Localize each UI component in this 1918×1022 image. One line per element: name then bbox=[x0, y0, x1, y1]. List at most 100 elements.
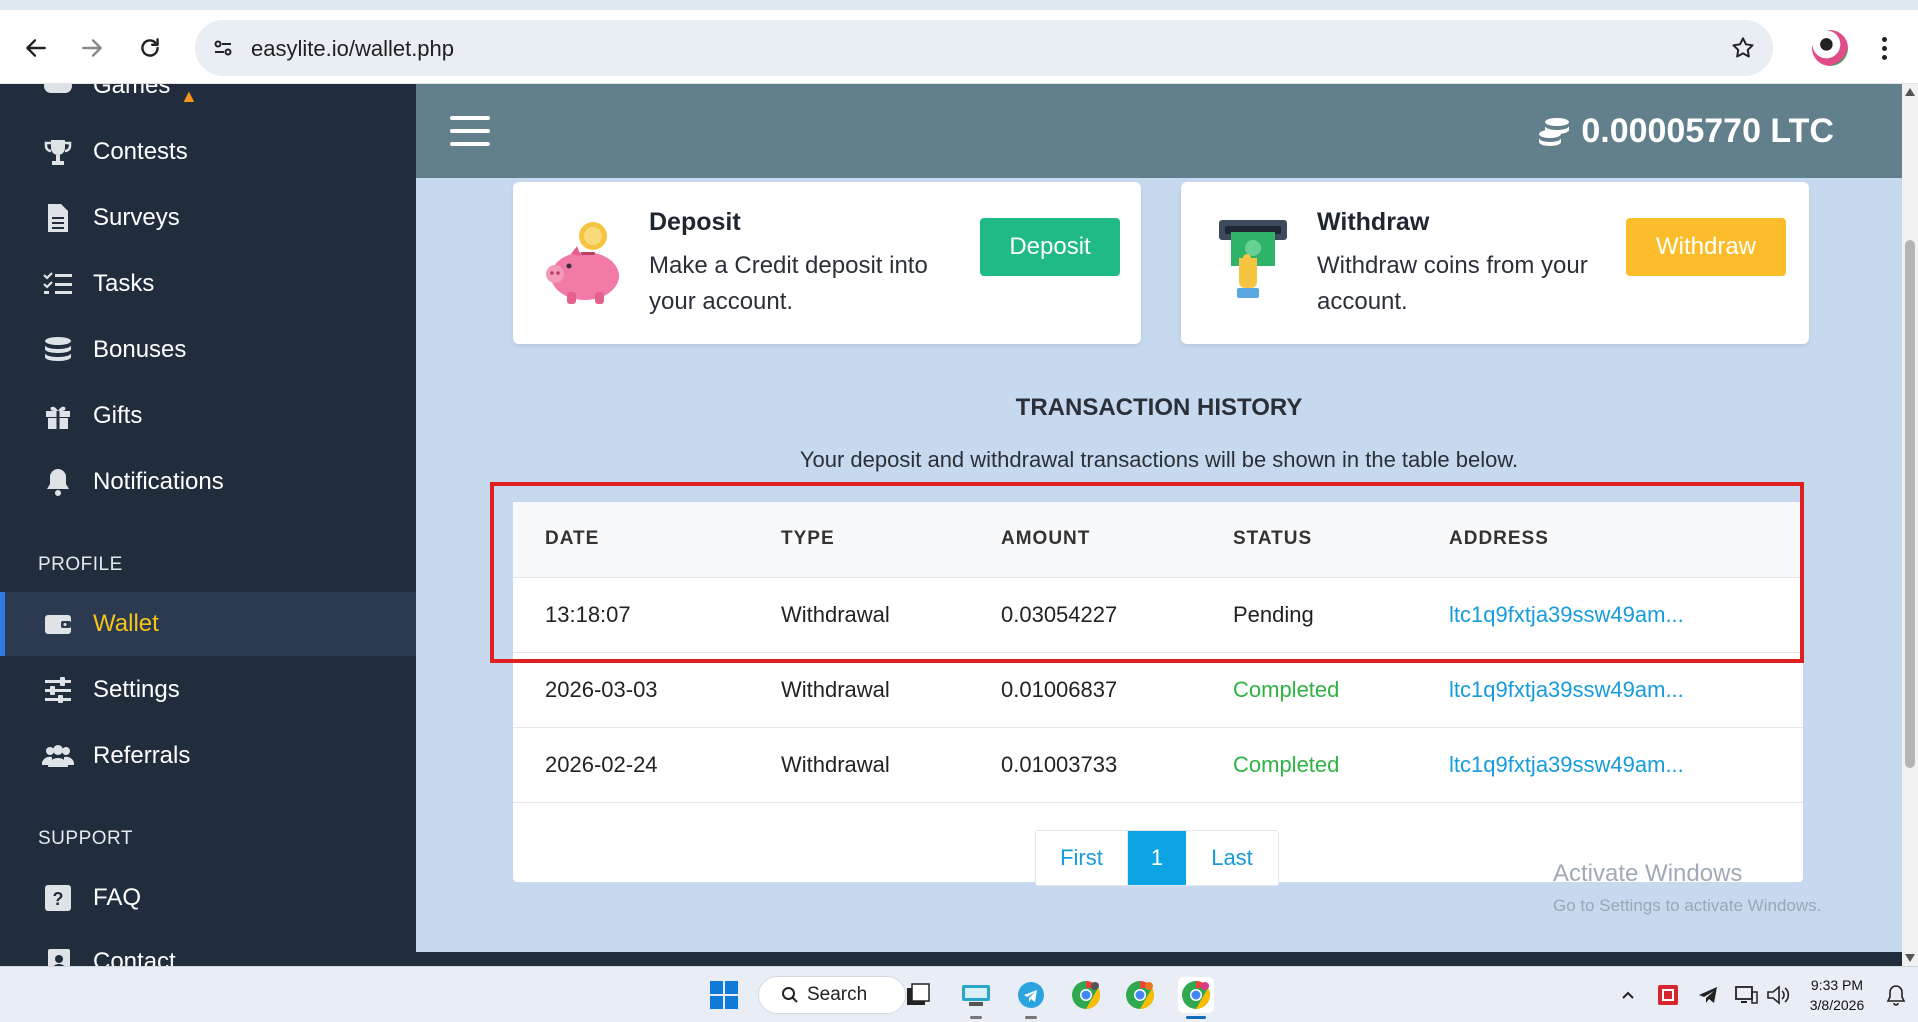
menu-toggle-icon[interactable] bbox=[450, 116, 490, 146]
sidebar-item-faq[interactable]: ? FAQ bbox=[0, 866, 416, 930]
sidebar-item-label: Contests bbox=[93, 138, 188, 165]
sidebar-item-label: Tasks bbox=[93, 270, 155, 297]
forward-button[interactable] bbox=[76, 32, 108, 64]
svg-text:?: ? bbox=[53, 889, 64, 909]
volume-icon[interactable] bbox=[1760, 977, 1796, 1013]
search-icon bbox=[782, 987, 798, 1003]
sidebar: Games ▲ Contests Surveys Tasks Bonuses G… bbox=[0, 84, 416, 966]
pagination: First 1 Last bbox=[1035, 830, 1279, 886]
cell-status: Completed bbox=[1233, 677, 1340, 702]
sidebar-item-notifications[interactable]: Notifications bbox=[0, 450, 416, 514]
browser-tab-strip bbox=[0, 0, 1918, 10]
tray-app-red-icon[interactable] bbox=[1650, 977, 1686, 1013]
bell-icon bbox=[42, 466, 74, 498]
users-icon bbox=[42, 740, 74, 772]
page-scrollbar[interactable] bbox=[1902, 84, 1918, 966]
cell-type: Withdrawal bbox=[781, 752, 890, 777]
fire-icon: ▲ bbox=[180, 86, 198, 106]
forward-arrow-icon bbox=[82, 39, 102, 57]
taskbar-search[interactable]: Search bbox=[758, 976, 906, 1014]
sidebar-item-label: FAQ bbox=[93, 884, 142, 911]
clock-time: 9:33 PM bbox=[1810, 977, 1864, 993]
section-heading-profile: PROFILE bbox=[38, 554, 123, 575]
scrollbar-thumb[interactable] bbox=[1905, 240, 1915, 768]
scroll-down-arrow-icon[interactable] bbox=[1905, 954, 1915, 962]
sidebar-item-label: Games bbox=[93, 84, 171, 99]
sidebar-item-label: Surveys bbox=[93, 204, 180, 231]
task-view-icon bbox=[907, 983, 930, 1005]
highlight-box bbox=[490, 482, 1804, 663]
running-indicator bbox=[970, 1016, 982, 1019]
gift-icon bbox=[42, 400, 74, 432]
trophy-icon bbox=[42, 136, 74, 168]
chrome-icon bbox=[1126, 981, 1154, 1009]
sidebar-item-wallet[interactable]: Wallet bbox=[0, 592, 416, 656]
address-bar[interactable]: easylite.io/wallet.php bbox=[195, 20, 1773, 76]
tray-overflow-chevron-icon[interactable] bbox=[1610, 977, 1646, 1013]
cell-amount: 0.01006837 bbox=[1001, 677, 1118, 702]
sidebar-item-tasks[interactable]: Tasks bbox=[0, 252, 416, 316]
withdraw-title: Withdraw bbox=[1317, 208, 1430, 236]
balance-amount: 0.00005770 LTC bbox=[1581, 112, 1834, 150]
watermark-subtitle: Go to Settings to activate Windows. bbox=[1553, 896, 1822, 915]
gamepad-icon bbox=[42, 84, 74, 102]
taskbar-app-chrome-profile-2[interactable] bbox=[1122, 977, 1158, 1013]
cell-address-link[interactable]: ltc1q9fxtja39ssw49am... bbox=[1449, 677, 1684, 703]
taskbar-app-chrome-profile-1[interactable] bbox=[1068, 977, 1104, 1013]
page-last-button[interactable]: Last bbox=[1186, 831, 1278, 885]
sidebar-item-referrals[interactable]: Referrals bbox=[0, 724, 416, 788]
sidebar-item-label: Bonuses bbox=[93, 336, 187, 363]
windows-logo-icon bbox=[710, 981, 738, 1009]
deposit-button[interactable]: Deposit bbox=[980, 218, 1120, 276]
sidebar-item-label: Gifts bbox=[93, 402, 143, 429]
taskbar-app-telegram[interactable] bbox=[1013, 977, 1049, 1019]
reload-icon bbox=[141, 38, 159, 57]
sidebar-item-label: Settings bbox=[93, 676, 180, 703]
watermark-title: Activate Windows bbox=[1553, 860, 1743, 887]
sidebar-item-surveys[interactable]: Surveys bbox=[0, 186, 416, 250]
cell-address-link[interactable]: ltc1q9fxtja39ssw49am... bbox=[1449, 752, 1684, 778]
sliders-icon bbox=[42, 674, 74, 706]
clock-date: 3/8/2026 bbox=[1809, 997, 1865, 1013]
history-subtitle: Your deposit and withdrawal transactions… bbox=[799, 447, 1519, 472]
sidebar-item-settings[interactable]: Settings bbox=[0, 658, 416, 722]
task-view-button[interactable] bbox=[900, 977, 936, 1013]
browser-toolbar: easylite.io/wallet.php bbox=[0, 10, 1918, 84]
footer-strip bbox=[416, 952, 1902, 966]
profile-avatar[interactable] bbox=[1812, 30, 1848, 66]
cell-type: Withdrawal bbox=[781, 677, 890, 702]
sidebar-item-gifts[interactable]: Gifts bbox=[0, 384, 416, 448]
windows-taskbar: Search 9:33 PM 3/8/2026 bbox=[0, 966, 1918, 1022]
withdraw-card: Withdraw Withdraw coins from your accoun… bbox=[1181, 182, 1809, 344]
scroll-up-arrow-icon[interactable] bbox=[1905, 88, 1915, 96]
deposit-card: Deposit Make a Credit deposit into your … bbox=[513, 182, 1141, 344]
piggy-bank-icon bbox=[546, 222, 619, 304]
page-1-button[interactable]: 1 bbox=[1128, 831, 1186, 885]
back-button[interactable] bbox=[20, 32, 52, 64]
taskbar-app-keyboard[interactable] bbox=[958, 977, 994, 1019]
deposit-description: Make a Credit deposit into your account. bbox=[649, 252, 928, 315]
site-settings-icon[interactable] bbox=[207, 32, 239, 64]
deposit-title: Deposit bbox=[649, 208, 741, 236]
sidebar-item-contests[interactable]: Contests bbox=[0, 120, 416, 184]
sidebar-item-games[interactable]: Games ▲ bbox=[0, 84, 416, 118]
notification-bell-icon[interactable] bbox=[1878, 977, 1914, 1013]
telegram-icon bbox=[1018, 982, 1044, 1008]
tray-telegram-icon[interactable] bbox=[1690, 977, 1726, 1013]
browser-menu-icon[interactable] bbox=[1872, 32, 1896, 64]
sidebar-item-contact[interactable]: Contact bbox=[0, 930, 416, 966]
url-text[interactable]: easylite.io/wallet.php bbox=[251, 36, 454, 62]
start-button[interactable] bbox=[706, 977, 742, 1013]
system-clock[interactable]: 9:33 PM 3/8/2026 bbox=[1800, 975, 1874, 1015]
sidebar-item-bonuses[interactable]: Bonuses bbox=[0, 318, 416, 382]
withdraw-button[interactable]: Withdraw bbox=[1626, 218, 1786, 276]
table-row: 2026-03-03 Withdrawal 0.01006837 Complet… bbox=[513, 653, 1803, 728]
withdraw-description: Withdraw coins from your account. bbox=[1317, 252, 1588, 315]
cell-date: 2026-02-24 bbox=[545, 752, 658, 777]
taskbar-app-chrome-active[interactable] bbox=[1178, 977, 1214, 1019]
page-first-button[interactable]: First bbox=[1036, 831, 1128, 885]
tray-display-icon[interactable] bbox=[1728, 977, 1764, 1013]
bookmark-star-icon[interactable] bbox=[1727, 32, 1759, 64]
running-indicator bbox=[1025, 1016, 1037, 1019]
reload-button[interactable] bbox=[134, 32, 166, 64]
